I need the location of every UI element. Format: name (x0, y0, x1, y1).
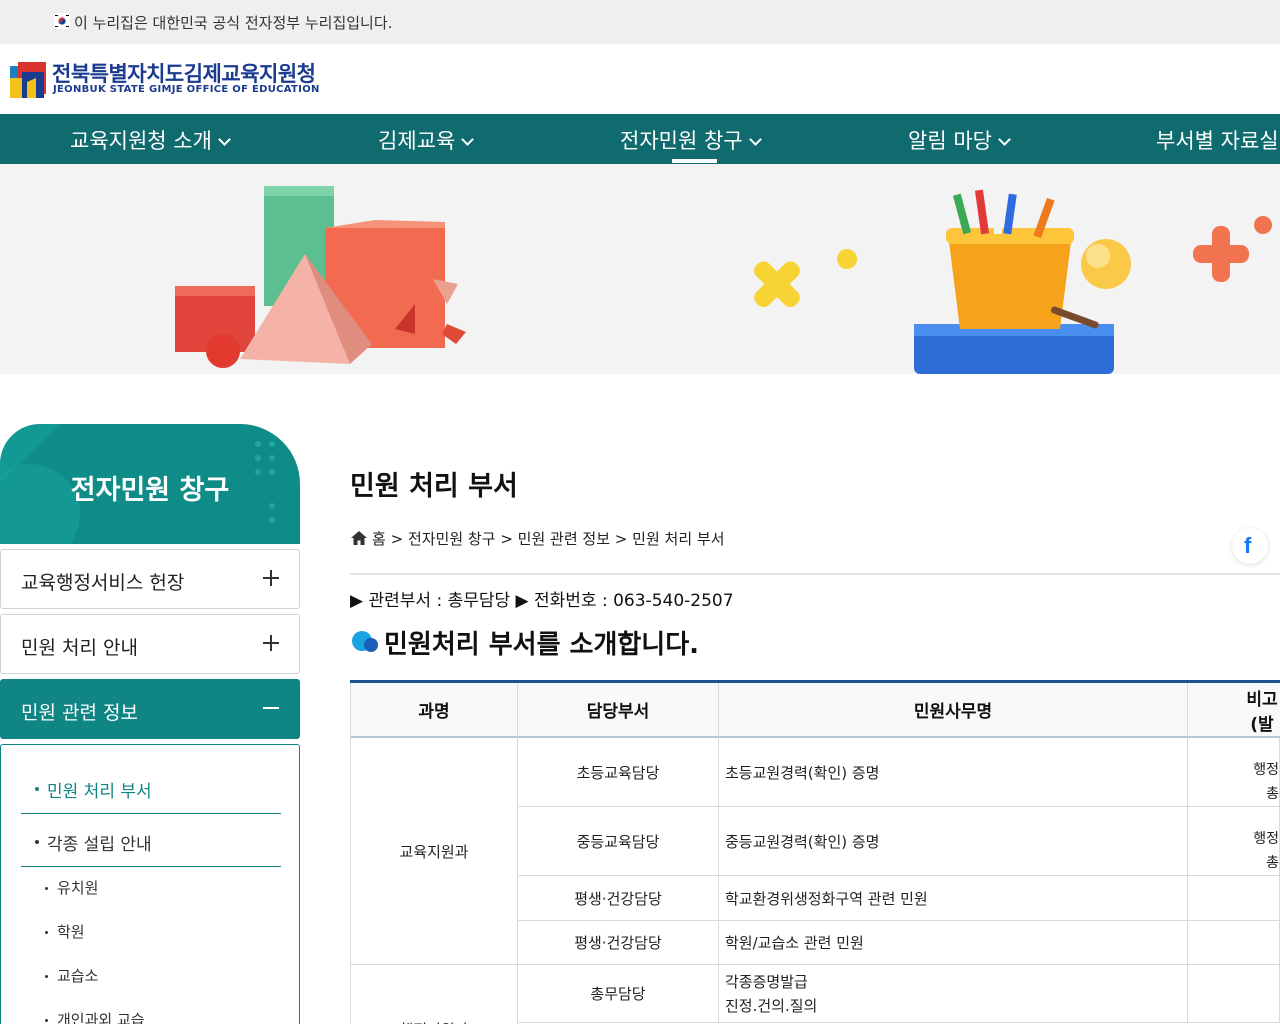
sidebar-title: 전자민원 창구 (70, 475, 230, 506)
minus-icon (263, 700, 279, 716)
note-line: 행정 (1253, 831, 1279, 847)
table-cell-team: 평생·건강담당 (518, 921, 719, 965)
sidebar-item-civil-info[interactable]: 민원 관련 정보 (0, 679, 300, 739)
table-header-cell: 과명 (350, 683, 518, 738)
plus-icon (263, 570, 279, 586)
plus-icon (263, 635, 279, 651)
nav-label: 알림 마당 (908, 129, 992, 153)
sidebar-item-civil-guide[interactable]: 민원 처리 안내 (0, 614, 300, 674)
table-cell-dept: 행정지원과 (350, 965, 518, 1024)
hero-banner (0, 164, 1280, 374)
table-cell-note (1188, 965, 1280, 1023)
table-cell-task: 학원/교습소 관련 민원 (719, 921, 1188, 965)
facebook-icon: f (1244, 533, 1252, 558)
table-cell-note: 행정 총 (1188, 807, 1280, 876)
bullet-icon (45, 1019, 48, 1022)
nav-item-e-civil[interactable]: 전자민원 창구 (620, 125, 762, 155)
submenu-label: 민원 처리 부서 (47, 782, 152, 802)
nav-label: 김제교육 (378, 129, 456, 153)
table-cell-dept: 교육지원과 (350, 738, 518, 965)
task-line: 진정.건의.질의 (725, 996, 818, 1015)
table-header-cell: 비고(발 (1188, 683, 1280, 738)
submenu-label: 각종 설립 안내 (47, 835, 152, 855)
department-info: ▶ 관련부서 : 총무담당 ▶ 전화번호 : 063-540-2507 (350, 591, 734, 611)
table-cell-note: 행정 총 (1188, 738, 1280, 807)
speech-bubble-icon (352, 631, 378, 652)
logo-icon (10, 62, 46, 98)
table-cell-team: 초등교육담당 (518, 738, 719, 807)
breadcrumb-item[interactable]: 민원 관련 정보 (518, 530, 610, 548)
breadcrumb-item[interactable]: 전자민원 창구 (408, 530, 496, 548)
chevron-down-icon (998, 133, 1011, 146)
bullet-icon (45, 887, 48, 890)
table-cell-team: 중등교육담당 (518, 807, 719, 876)
breadcrumb-separator: > (614, 530, 628, 548)
nav-label: 교육지원청 소개 (70, 129, 212, 153)
breadcrumb-home[interactable]: 홈 (372, 530, 386, 548)
table-cell-team: 평생·건강담당 (518, 876, 719, 921)
section-title-text: 민원처리 부서를 소개합니다. (384, 630, 700, 660)
nav-item-notice[interactable]: 알림 마당 (908, 125, 1011, 155)
nav-label: 부서별 자료실 (1156, 129, 1279, 153)
bullet-icon (45, 975, 48, 978)
submenu-item-civil-departments[interactable]: 민원 처리 부서 (21, 762, 281, 814)
sidebar-submenu: 민원 처리 부서 각종 설립 안내 유치원 학원 교습소 개인과외 교습 (0, 744, 300, 1024)
submenu-item-establishment-guide[interactable]: 각종 설립 안내 (21, 815, 281, 867)
gov-banner-text: 이 누리집은 대한민국 공식 전자정부 누리집입니다. (74, 14, 393, 32)
title-divider (350, 573, 1280, 575)
breadcrumb-separator: > (500, 530, 513, 548)
site-logo[interactable]: 전북특별자치도김제교육지원청 JEONBUK STATE GIMJE OFFIC… (8, 56, 328, 102)
civil-departments-table: 과명 담당부서 민원사무명 비고(발 교육지원과 초등교육담당 초등교원경력(확… (350, 680, 1280, 1024)
note-line: 총 (1266, 786, 1279, 802)
table-cell-task: 초등교원경력(확인) 증명 (719, 738, 1188, 807)
gov-banner: 이 누리집은 대한민국 공식 전자정부 누리집입니다. (0, 0, 1280, 44)
korea-flag-icon (54, 13, 70, 29)
home-icon (351, 531, 367, 545)
submenu-sublabel: 학원 (57, 923, 85, 941)
submenu-sublabel: 유치원 (57, 879, 99, 897)
sidebar-item-label: 교육행정서비스 헌장 (21, 572, 185, 594)
note-line: 총 (1266, 855, 1279, 871)
bullet-icon (35, 840, 39, 844)
table-cell-note (1188, 921, 1280, 965)
table-cell-note (1188, 876, 1280, 921)
sidebar-item-label: 민원 관련 정보 (21, 702, 138, 724)
page-title: 민원 처리 부서 (350, 471, 518, 502)
table-cell-task: 학교환경위생정화구역 관련 민원 (719, 876, 1188, 921)
submenu-sublabel: 개인과외 교습 (57, 1011, 145, 1024)
nav-label: 전자민원 창구 (620, 129, 743, 153)
nav-item-dept-archive[interactable]: 부서별 자료실 (1156, 125, 1279, 155)
task-line: 각종증명발급 (725, 972, 808, 991)
table-header-cell: 민원사무명 (719, 683, 1188, 738)
bullet-icon (45, 931, 48, 934)
submenu-sublabel: 교습소 (57, 967, 99, 985)
nav-item-about[interactable]: 교육지원청 소개 (70, 125, 231, 155)
note-line: 행정 (1253, 762, 1279, 778)
table-header-cell: 담당부서 (518, 683, 719, 738)
table-cell-task: 중등교원경력(확인) 증명 (719, 807, 1188, 876)
bullet-icon (35, 787, 39, 791)
nav-item-gimje-education[interactable]: 김제교육 (378, 125, 475, 155)
chevron-down-icon (748, 133, 762, 146)
nav-active-indicator (672, 159, 717, 163)
table-cell-team: 총무담당 (518, 965, 719, 1023)
breadcrumb: 홈 > 전자민원 창구 > 민원 관련 정보 > 민원 처리 부서 (350, 528, 725, 549)
main-nav: 교육지원청 소개 김제교육 전자민원 창구 알림 마당 부서별 자료실 (0, 114, 1280, 164)
facebook-share-button[interactable]: f (1232, 528, 1268, 564)
table-cell-task: 각종증명발급 진정.건의.질의 (719, 965, 1188, 1023)
hero-illustration (175, 186, 1272, 374)
breadcrumb-current: 민원 처리 부서 (632, 530, 725, 548)
logo-name-en: JEONBUK STATE GIMJE OFFICE OF EDUCATION (53, 84, 320, 95)
chevron-down-icon (218, 133, 231, 146)
sidebar-item-label: 민원 처리 안내 (21, 637, 138, 659)
sidebar-header: 전자민원 창구 (0, 424, 300, 544)
breadcrumb-separator: > (390, 530, 404, 548)
chevron-down-icon (461, 133, 475, 146)
sidebar-item-service-charter[interactable]: 교육행정서비스 헌장 (0, 549, 300, 609)
